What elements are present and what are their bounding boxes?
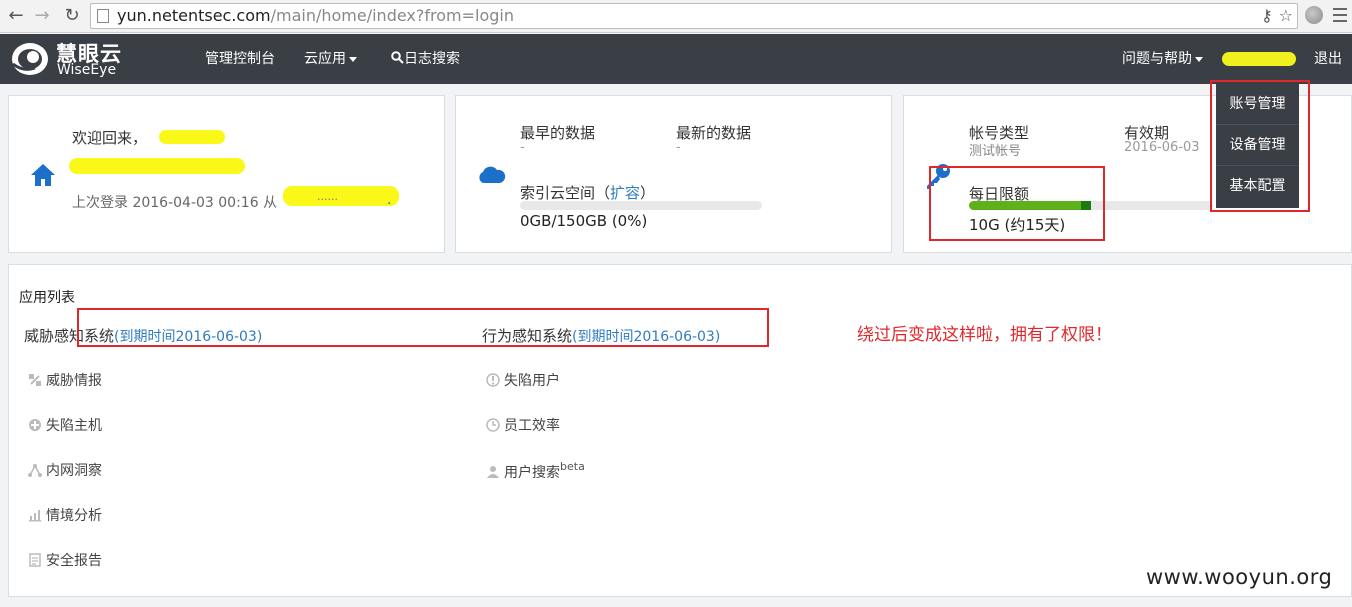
url-path: /main/home/index?from=login — [270, 6, 514, 25]
app-compromised-user-label: 失陷用户 — [504, 373, 560, 389]
index-space-label: 索引云空间 — [520, 184, 596, 202]
nav-console-label: 管理控制台 — [205, 51, 275, 67]
earliest-data-value: - — [520, 140, 525, 155]
key-icon[interactable]: ⚷ — [1261, 6, 1273, 25]
from-label: 从 — [263, 195, 278, 211]
user-icon — [487, 466, 499, 478]
latest-data-value: - — [676, 140, 681, 155]
index-space-line: 索引云空间（扩容） — [520, 182, 655, 203]
nav-help[interactable]: 问题与帮助 — [1122, 49, 1203, 69]
home-icon — [31, 164, 55, 186]
ip-redaction — [283, 186, 399, 206]
validity-value: 2016-06-03 — [1124, 140, 1200, 155]
nav-console[interactable]: 管理控制台 — [205, 49, 275, 69]
app-security-report-label: 安全报告 — [46, 553, 102, 569]
bar-chart-icon — [29, 510, 41, 522]
site-header: 慧眼云 WiseEye 管理控制台 云应用 日志搜索 问题与帮助 退出 — [0, 34, 1352, 84]
cloud-icon — [479, 166, 506, 183]
satellite-icon — [29, 374, 41, 386]
watermark: www.wooyun.org — [1146, 565, 1333, 589]
data-card: 最早的数据 - 最新的数据 - 索引云空间（扩容） 0GB/150GB (0%) — [455, 95, 892, 253]
browser-menu-icon[interactable] — [1333, 8, 1347, 26]
host-target-icon — [29, 419, 41, 431]
chevron-down-icon — [349, 56, 357, 62]
welcome-greeting: 欢迎回来， — [72, 129, 148, 147]
url-text[interactable]: yun.netentsec.com/main/home/index?from=l… — [117, 6, 514, 26]
app-threat-intel[interactable]: 威胁情报 — [28, 370, 102, 390]
app-intranet-insight[interactable]: 内网洞察 — [28, 460, 102, 480]
app-staff-efficiency-label: 员工效率 — [504, 418, 560, 434]
page-icon — [97, 9, 109, 23]
nav-log-search-label: 日志搜索 — [404, 51, 460, 67]
logo-text-en[interactable]: WiseEye — [57, 62, 116, 78]
nav-cloud-apps-label: 云应用 — [304, 51, 346, 67]
nav-help-label: 问题与帮助 — [1122, 51, 1192, 67]
report-icon — [29, 553, 41, 567]
search-icon — [391, 51, 404, 64]
logout-label: 退出 — [1314, 51, 1342, 67]
app-compromised-host-label: 失陷主机 — [46, 418, 102, 434]
paren-close: ） — [640, 184, 656, 202]
app-staff-efficiency[interactable]: 员工效率 — [486, 415, 560, 435]
ip-masked: ...... — [317, 190, 338, 203]
welcome-card: 欢迎回来， 上次登录 2016-04-03 00:16 从 ...... . — [8, 95, 445, 253]
app-context-analysis[interactable]: 情境分析 — [28, 505, 102, 525]
forward-icon[interactable]: → — [30, 4, 54, 28]
app-list-annotation-box — [77, 308, 769, 347]
network-icon — [28, 464, 42, 477]
clock-icon — [486, 418, 500, 432]
last-login-time: 2016-04-03 00:16 — [132, 195, 259, 211]
dropdown-annotation-box — [1210, 80, 1310, 212]
app-user-search[interactable]: 用户搜索beta — [486, 460, 585, 482]
chevron-down-icon — [1195, 56, 1203, 62]
daily-limit-annotation-box — [929, 166, 1105, 241]
alert-user-icon — [486, 373, 500, 387]
latest-data-label: 最新的数据 — [676, 124, 752, 142]
eye-logo-icon[interactable] — [11, 42, 49, 76]
company-redaction — [69, 158, 245, 174]
back-icon[interactable]: ← — [4, 4, 28, 28]
ip-suffix: . — [387, 192, 392, 208]
app-security-report[interactable]: 安全报告 — [28, 550, 102, 570]
app-compromised-user[interactable]: 失陷用户 — [486, 370, 560, 390]
bookmark-star-icon[interactable]: ☆ — [1279, 6, 1293, 25]
app-intranet-insight-label: 内网洞察 — [46, 463, 102, 479]
beta-badge: beta — [560, 460, 585, 473]
globe-icon[interactable] — [1305, 6, 1323, 24]
index-space-usage: 0GB/150GB (0%) — [520, 212, 648, 230]
logout-link[interactable]: 退出 — [1314, 49, 1342, 69]
last-login-label: 上次登录 — [72, 195, 128, 211]
browser-toolbar: ← → ↻ yun.netentsec.com/main/home/index?… — [0, 0, 1352, 33]
nav-log-search[interactable]: 日志搜索 — [391, 49, 460, 69]
reload-icon[interactable]: ↻ — [60, 4, 84, 28]
url-host: yun.netentsec.com — [117, 6, 271, 25]
annotation-text: 绕过后变成这样啦，拥有了权限！ — [857, 325, 1112, 345]
username-redaction — [159, 130, 225, 144]
index-space-progress — [520, 201, 762, 210]
app-compromised-host[interactable]: 失陷主机 — [28, 415, 102, 435]
app-context-analysis-label: 情境分析 — [46, 508, 102, 524]
last-login-line: 上次登录 2016-04-03 00:16 从 — [72, 192, 277, 212]
app-list-title: 应用列表 — [19, 290, 75, 306]
app-user-search-label: 用户搜索 — [504, 465, 560, 481]
paren-open: （ — [595, 184, 611, 202]
username-redaction[interactable] — [1222, 52, 1296, 66]
nav-cloud-apps[interactable]: 云应用 — [304, 49, 357, 69]
address-bar[interactable]: yun.netentsec.com/main/home/index?from=l… — [90, 3, 1298, 29]
earliest-data-label: 最早的数据 — [520, 124, 596, 142]
expand-link[interactable]: 扩容 — [610, 184, 640, 202]
app-threat-intel-label: 威胁情报 — [46, 373, 102, 389]
account-type-value: 测试帐号 — [969, 144, 1022, 159]
